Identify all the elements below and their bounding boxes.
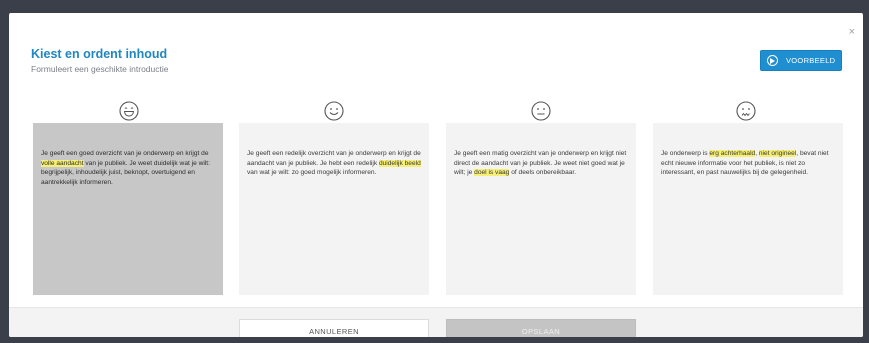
level-card-excellent[interactable]: Je geeft een goed overzicht van je onder… [33,123,223,295]
example-button[interactable]: VOORBEELD [760,50,842,71]
dialog-header: Kiest en ordent inhoud Formuleert een ge… [31,47,169,74]
dialog-footer: ANNULEREN OPSLAAN [9,307,863,337]
dialog-subtitle: Formuleert een geschikte introductie [31,64,169,74]
cancel-button[interactable]: ANNULEREN [239,319,429,337]
smiling-face-icon [324,101,344,121]
level-text: Je onderwerp is erg achterhaald, niet or… [661,150,829,177]
level-card-poor[interactable]: Je onderwerp is erg achterhaald, niet or… [653,123,843,295]
laughing-face-icon [119,101,139,121]
level-text: Je geeft een matig overzicht van je onde… [454,150,627,177]
level-text: Je geeft een redelijk overzicht van je o… [247,150,421,177]
rubric-dialog: × Kiest en ordent inhoud Formuleert een … [9,13,863,337]
play-circle-icon [767,55,778,66]
level-card-good[interactable]: Je geeft een redelijk overzicht van je o… [239,123,429,295]
worried-face-icon [736,101,756,121]
save-button[interactable]: OPSLAAN [446,319,636,337]
neutral-face-icon [531,101,551,121]
close-icon[interactable]: × [849,27,855,38]
level-text: Je geeft een goed overzicht van je onder… [41,150,210,186]
example-button-label: VOORBEELD [786,56,836,65]
dialog-title: Kiest en ordent inhoud [31,47,168,61]
level-card-moderate[interactable]: Je geeft een matig overzicht van je onde… [446,123,636,295]
